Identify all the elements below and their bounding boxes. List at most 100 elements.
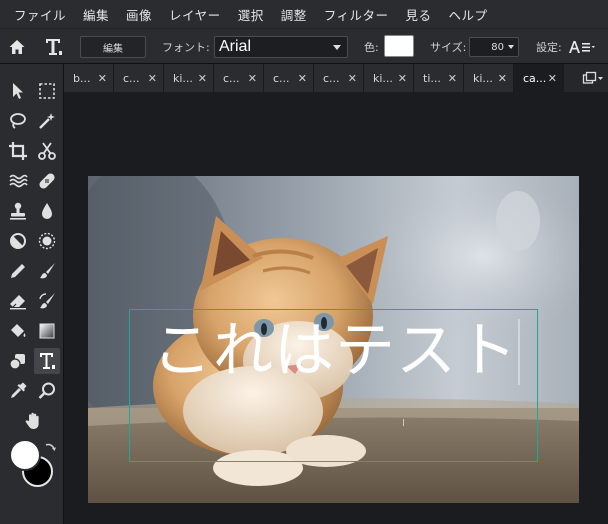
menu-image[interactable]: 画像 [126,5,152,24]
tab-document-4[interactable]: c... ✕ [214,64,264,92]
menu-filter[interactable]: フィルター [324,5,389,24]
brush-tool[interactable] [34,258,60,284]
stamp-icon [10,202,26,220]
eraser-tool[interactable] [5,288,31,314]
gradient-icon [39,323,55,339]
chevron-down-icon [333,45,341,50]
eyedropper-tool[interactable] [5,378,31,404]
window-layout-icon [582,71,603,84]
magic-wand-icon [39,113,55,129]
tab-document-active[interactable]: ca... ✕ [514,64,564,92]
tab-document-5[interactable]: c... ✕ [264,64,314,92]
text-caret [518,319,520,385]
tab-label: ki... [173,71,193,85]
blur-tool[interactable] [34,198,60,224]
zoom-tool[interactable] [34,378,60,404]
crop-icon [9,142,27,160]
close-icon[interactable]: ✕ [498,72,507,85]
close-icon[interactable]: ✕ [298,72,307,85]
tab-label: ca... [523,71,547,85]
healing-tool[interactable] [34,168,60,194]
contrast-circle-icon [10,233,26,249]
window-layout-button[interactable] [578,64,608,92]
move-tool[interactable] [5,78,31,104]
align-settings-icon [569,41,595,53]
close-icon[interactable]: ✕ [98,72,107,85]
close-icon[interactable]: ✕ [548,72,557,85]
home-button[interactable] [8,29,26,65]
menu-view[interactable]: 見る [405,5,431,24]
document-tabs: b... ✕ c... ✕ ki... ✕ c... ✕ c... ✕ c... ✕ ki.… [64,64,608,92]
color-replace-tool[interactable] [34,288,60,314]
gradient-tool[interactable] [34,318,60,344]
tool-panel [0,64,64,524]
sponge-tool[interactable] [34,228,60,254]
liquify-tool[interactable] [5,168,31,194]
text-color-swatch[interactable] [384,35,414,57]
menu-select[interactable]: 選択 [238,5,264,24]
tab-document-8[interactable]: ti... ✕ [414,64,464,92]
type-tool[interactable] [34,348,60,374]
swap-colors-button[interactable] [43,440,57,459]
menu-file[interactable]: ファイル [14,5,66,24]
tab-document-7[interactable]: ki... ✕ [364,64,414,92]
edit-text-button[interactable]: 編集 [80,36,146,58]
close-icon[interactable]: ✕ [248,72,257,85]
bandage-icon [39,173,55,189]
text-tool-icon [46,39,62,55]
tab-label: b... [73,71,91,85]
tab-label: c... [323,71,340,85]
close-icon[interactable]: ✕ [198,72,207,85]
magic-wand-tool[interactable] [34,108,60,134]
paint-bucket-tool[interactable] [5,318,31,344]
tab-document-3[interactable]: ki... ✕ [164,64,214,92]
home-icon [9,40,25,54]
tab-document-6[interactable]: c... ✕ [314,64,364,92]
magnifier-icon [38,382,55,399]
tab-label: c... [223,71,240,85]
tab-document-2[interactable]: c... ✕ [114,64,164,92]
tab-label: c... [273,71,290,85]
marquee-tool[interactable] [34,78,60,104]
menu-layer[interactable]: レイヤー [169,5,221,24]
options-bar: 編集 フォント: Arial 色: サイズ: 80 設定: [0,28,608,64]
tab-label: c... [123,71,140,85]
arrow-cursor-icon [13,83,23,99]
lasso-icon [10,113,26,129]
crop-tool[interactable] [5,138,31,164]
shape-tool[interactable] [5,348,31,374]
photo-editor-app: ファイル 編集 画像 レイヤー 選択 調整 フィルター 見る ヘルプ 編集 フォ… [0,0,608,524]
close-icon[interactable]: ✕ [398,72,407,85]
replace-brush-icon [39,293,55,309]
brush-icon [40,263,55,279]
menu-help[interactable]: ヘルプ [449,5,488,24]
menu-edit[interactable]: 編集 [83,5,109,24]
text-settings-button[interactable] [568,29,596,65]
size-label: サイズ: [430,41,467,54]
menu-bar: ファイル 編集 画像 レイヤー 選択 調整 フィルター 見る ヘルプ [0,0,608,28]
menu-adjust[interactable]: 調整 [281,5,307,24]
tab-label: ki... [473,71,493,85]
slice-tool[interactable] [34,138,60,164]
settings-label: 設定: [536,41,562,54]
pencil-tool[interactable] [5,258,31,284]
scissors-icon [38,142,56,160]
close-icon[interactable]: ✕ [448,72,457,85]
clone-stamp-tool[interactable] [5,198,31,224]
text-tool-icon [40,353,55,369]
font-family-select[interactable]: Arial [214,36,348,58]
close-icon[interactable]: ✕ [348,72,357,85]
waves-icon [9,174,28,188]
tab-document-1[interactable]: b... ✕ [64,64,114,92]
tab-document-9[interactable]: ki... ✕ [464,64,514,92]
chevron-down-icon [508,45,514,49]
foreground-color-swatch[interactable] [9,439,41,471]
font-size-select[interactable]: 80 [469,37,519,57]
dodge-tool[interactable] [5,228,31,254]
canvas-text-layer[interactable]: これはテスト [152,314,518,388]
lasso-tool[interactable] [5,108,31,134]
swap-arrow-icon [45,443,56,451]
shapes-icon [9,354,25,370]
hand-tool[interactable] [20,408,46,434]
close-icon[interactable]: ✕ [148,72,157,85]
